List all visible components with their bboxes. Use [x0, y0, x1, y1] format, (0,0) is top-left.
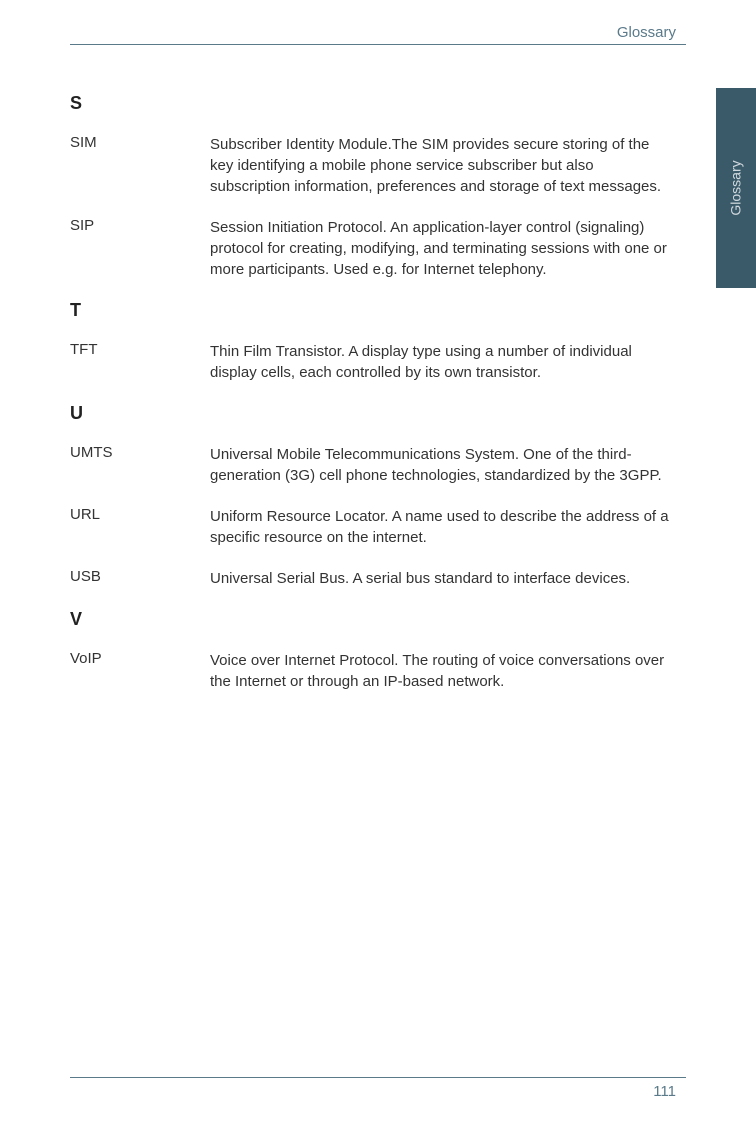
section-letter-v: V	[70, 609, 676, 630]
glossary-entry: SIP Session Initiation Protocol. An appl…	[70, 217, 676, 280]
glossary-term: URL	[70, 506, 210, 548]
side-tab: Glossary	[716, 88, 756, 288]
glossary-entry: TFT Thin Film Transistor. A display type…	[70, 341, 676, 383]
glossary-term: SIP	[70, 217, 210, 280]
glossary-definition: Session Initiation Protocol. An applicat…	[210, 217, 676, 280]
glossary-definition: Subscriber Identity Module.The SIM provi…	[210, 134, 676, 197]
glossary-content: S SIM Subscriber Identity Module.The SIM…	[70, 75, 676, 712]
glossary-term: UMTS	[70, 444, 210, 486]
page-header-title: Glossary	[617, 24, 676, 41]
header-divider	[70, 44, 686, 45]
glossary-term: TFT	[70, 341, 210, 383]
section-letter-t: T	[70, 300, 676, 321]
glossary-definition: Voice over Internet Protocol. The routin…	[210, 650, 676, 692]
glossary-entry: URL Uniform Resource Locator. A name use…	[70, 506, 676, 548]
side-tab-label: Glossary	[728, 160, 744, 215]
glossary-entry: VoIP Voice over Internet Protocol. The r…	[70, 650, 676, 692]
glossary-definition: Universal Serial Bus. A serial bus stand…	[210, 568, 676, 589]
glossary-term: SIM	[70, 134, 210, 197]
glossary-entry: USB Universal Serial Bus. A serial bus s…	[70, 568, 676, 589]
page-number: 111	[653, 1083, 676, 1100]
glossary-definition: Thin Film Transistor. A display type usi…	[210, 341, 676, 383]
footer-divider	[70, 1077, 686, 1078]
glossary-entry: SIM Subscriber Identity Module.The SIM p…	[70, 134, 676, 197]
glossary-term: USB	[70, 568, 210, 589]
glossary-definition: Universal Mobile Telecommunications Syst…	[210, 444, 676, 486]
section-letter-u: U	[70, 403, 676, 424]
section-letter-s: S	[70, 93, 676, 114]
glossary-definition: Uniform Resource Locator. A name used to…	[210, 506, 676, 548]
glossary-entry: UMTS Universal Mobile Telecommunications…	[70, 444, 676, 486]
glossary-term: VoIP	[70, 650, 210, 692]
